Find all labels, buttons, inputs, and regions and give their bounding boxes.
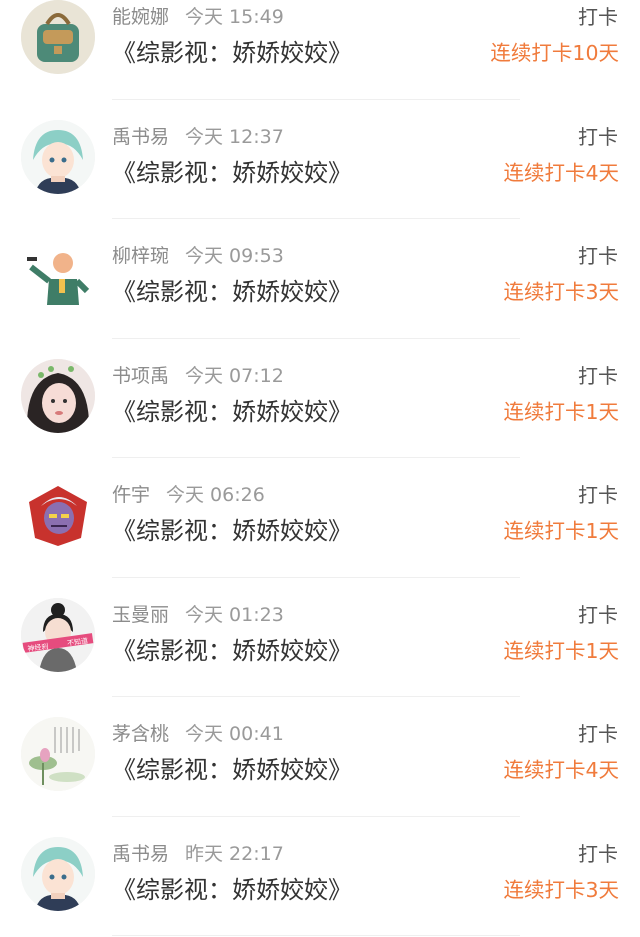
avatar-image [21,119,95,194]
list-item[interactable]: 柳梓琬 今天 09:53 《综影视：娇娇姣姣》 打卡 连续打卡3天 [0,219,640,339]
checkin-label: 打卡 [578,602,618,627]
checkin-label: 打卡 [578,124,618,149]
book-title[interactable]: 《综影视：娇娇姣姣》 [112,275,352,309]
book-title[interactable]: 《综影视：娇娇姣姣》 [112,514,352,548]
entry-meta: 茅含桃 今天 00:41 [112,721,284,747]
book-title[interactable]: 《综影视：娇娇姣姣》 [112,873,352,907]
backpack-avatar-icon[interactable] [21,0,95,74]
user-name[interactable]: 书项禹 [112,365,169,387]
user-name[interactable]: 能婉娜 [112,6,169,28]
book-title[interactable]: 《综影视：娇娇姣姣》 [112,36,352,70]
book-title[interactable]: 《综影视：娇娇姣姣》 [112,395,352,429]
user-name[interactable]: 玉曼丽 [112,604,169,626]
streak-badge: 连续打卡4天 [503,758,619,782]
girl-photo-avatar-icon[interactable] [21,358,95,433]
avatar-image [21,358,95,433]
streak-badge: 连续打卡1天 [503,399,619,424]
avatar-image [21,0,95,74]
book-title[interactable]: 《综影视：娇娇姣姣》 [112,634,352,668]
avatar-image: 神经刹 不知道 [21,597,95,672]
post-time: 昨天 22:17 [185,842,284,865]
checkin-label: 打卡 [578,363,618,388]
avatar-image [21,836,95,911]
user-name[interactable]: 禹书易 [112,843,169,865]
streak-badge: 连续打卡3天 [503,280,619,304]
streak-badge: 连续打卡3天 [503,877,619,902]
list-item[interactable]: 书项禹 今天 07:12 《综影视：娇娇姣姣》 打卡 连续打卡1天 [0,339,640,458]
post-time: 今天 09:53 [185,245,284,267]
checkin-label: 打卡 [578,5,618,29]
girl-bun-avatar-icon[interactable]: 神经刹 不知道 [21,597,95,672]
book-title[interactable]: 《综影视：娇娇姣姣》 [112,753,352,787]
avatar-image [21,239,95,313]
entry-meta: 玉曼丽 今天 01:23 [112,602,284,628]
post-time: 今天 15:49 [185,6,284,28]
user-name[interactable]: 禹书易 [112,126,169,148]
cartoon-man-avatar-icon[interactable] [21,239,95,313]
anime-boy-avatar-icon[interactable] [21,836,95,911]
streak-badge: 连续打卡1天 [503,519,619,543]
list-item[interactable]: 禹书易 今天 12:37 《综影视：娇娇姣姣》 打卡 连续打卡4天 [0,100,640,219]
checkin-label: 打卡 [578,244,618,268]
list-item[interactable]: 能婉娜 今天 15:49 《综影视：娇娇姣姣》 打卡 连续打卡10天 [0,0,640,100]
checkin-list: 能婉娜 今天 15:49 《综影视：娇娇姣姣》 打卡 连续打卡10天 禹书易 今天 … [0,0,640,936]
post-time: 今天 07:12 [185,364,284,387]
list-item[interactable]: 仵宇 今天 06:26 《综影视：娇娇姣姣》 打卡 连续打卡1天 [0,458,640,578]
avatar-image [21,478,95,552]
streak-badge: 连续打卡4天 [503,160,619,185]
divider [112,935,520,936]
list-item[interactable]: 禹书易 昨天 22:17 《综影视：娇娇姣姣》 打卡 连续打卡3天 [0,817,640,936]
streak-badge: 连续打卡10天 [490,41,619,65]
list-item[interactable]: 茅含桃 今天 00:41 《综影视：娇娇姣姣》 打卡 连续打卡4天 [0,697,640,817]
lotus-painting-avatar-icon[interactable] [21,717,95,791]
post-time: 今天 06:26 [166,484,265,506]
streak-badge: 连续打卡1天 [503,638,619,663]
post-time: 今天 00:41 [185,723,284,745]
red-badge-avatar-icon[interactable] [21,478,95,552]
entry-meta: 书项禹 今天 07:12 [112,363,284,389]
entry-meta: 禹书易 今天 12:37 [112,124,284,150]
user-name[interactable]: 茅含桃 [112,723,169,745]
book-title[interactable]: 《综影视：娇娇姣姣》 [112,156,352,190]
user-name[interactable]: 柳梓琬 [112,245,169,267]
checkin-label: 打卡 [578,722,618,746]
entry-meta: 仵宇 今天 06:26 [112,482,265,508]
checkin-label: 打卡 [578,483,618,507]
avatar-image [21,717,95,791]
user-name[interactable]: 仵宇 [112,484,150,506]
entry-meta: 能婉娜 今天 15:49 [112,4,284,30]
entry-meta: 禹书易 昨天 22:17 [112,841,284,867]
anime-boy-avatar-icon[interactable] [21,119,95,194]
checkin-label: 打卡 [578,841,618,866]
post-time: 今天 01:23 [185,603,284,626]
list-item[interactable]: 神经刹 不知道 玉曼丽 今天 01:23 《综影视：娇娇姣姣》 打卡 连续打卡1天 [0,578,640,697]
post-time: 今天 12:37 [185,125,284,148]
entry-meta: 柳梓琬 今天 09:53 [112,243,284,269]
